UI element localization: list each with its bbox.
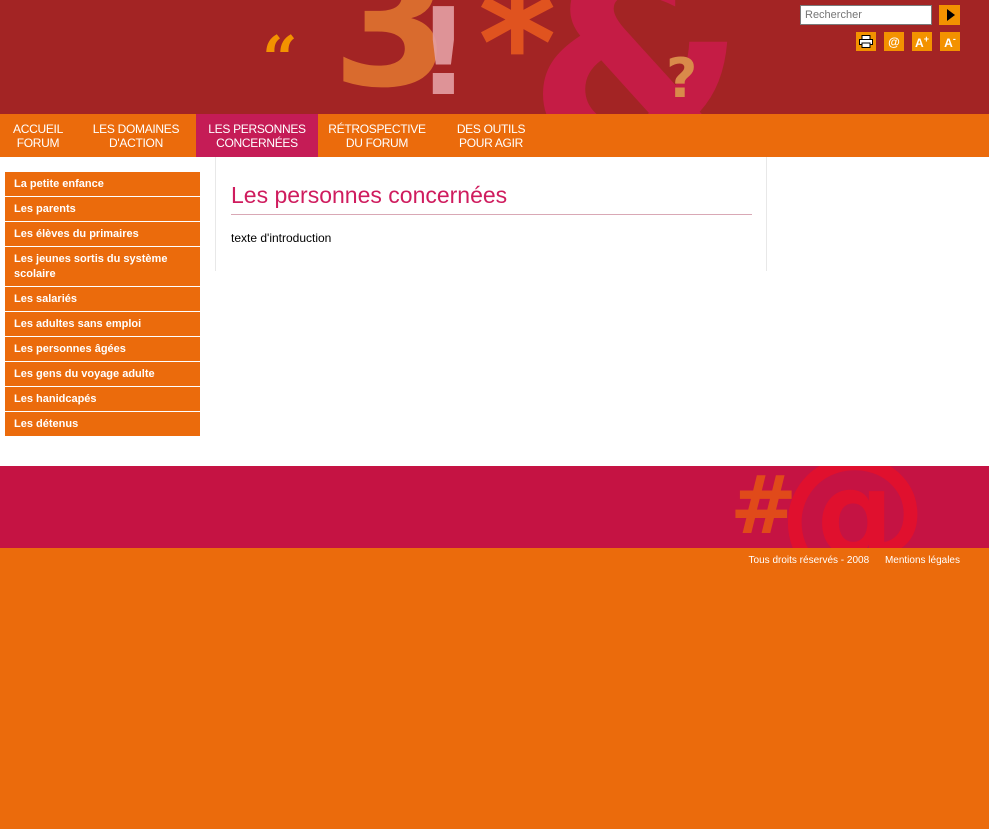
nav-label-line1: LES PERSONNES bbox=[208, 121, 306, 136]
nav-item-retrospective-forum[interactable]: RÉTROSPECTIVE DU FORUM bbox=[318, 114, 436, 157]
font-decrease-icon[interactable]: A- bbox=[940, 32, 960, 51]
footer-band: # @ bbox=[0, 466, 989, 548]
search-input[interactable] bbox=[800, 5, 932, 25]
sidebar-item-salaries[interactable]: Les salariés bbox=[5, 287, 200, 312]
nav-label-line1: ACCUEIL bbox=[13, 121, 63, 136]
decor-quote-glyph: “ bbox=[262, 22, 298, 95]
site-header: 3 ! & * “ ? @ A+ A- bbox=[0, 0, 989, 114]
font-size-sign: - bbox=[952, 33, 956, 44]
nav-label-line1: RÉTROSPECTIVE bbox=[328, 121, 426, 136]
print-icon[interactable] bbox=[856, 32, 876, 51]
intro-text: texte d'introduction bbox=[231, 231, 332, 245]
play-arrow-icon bbox=[946, 9, 955, 21]
sidebar-item-handicapes[interactable]: Les hanidcapés bbox=[5, 387, 200, 412]
nav-item-label: LES PERSONNES CONCERNÉES bbox=[208, 121, 306, 150]
decor-asterisk-glyph: * bbox=[478, 0, 557, 114]
font-decrease-glyph: A- bbox=[944, 33, 956, 50]
sidebar-item-adultes-sans-emploi[interactable]: Les adultes sans emploi bbox=[5, 312, 200, 337]
copyright-text: Tous droits réservés - 2008 bbox=[748, 555, 870, 566]
nav-item-personnes-concernees[interactable]: LES PERSONNES CONCERNÉES bbox=[196, 114, 318, 157]
decor-at-glyph: @ bbox=[778, 466, 928, 548]
sidebar-item-detenus[interactable]: Les détenus bbox=[5, 412, 200, 436]
nav-label-line1: DES OUTILS bbox=[456, 121, 526, 136]
sidebar-item-jeunes-sortis[interactable]: Les jeunes sortis du système scolaire bbox=[5, 247, 200, 287]
search-submit-button[interactable] bbox=[939, 5, 960, 25]
nav-item-outils-agir[interactable]: DES OUTILS POUR AGIR bbox=[436, 114, 546, 157]
email-icon[interactable]: @ bbox=[884, 32, 904, 51]
title-divider bbox=[231, 214, 752, 215]
main-nav: ACCUEIL FORUM LES DOMAINES D'ACTION LES PE… bbox=[0, 114, 989, 157]
nav-label-line2: CONCERNÉES bbox=[216, 135, 298, 150]
content-area: La petite enfance Les parents Les élèves… bbox=[0, 157, 989, 466]
nav-label-line2: FORUM bbox=[16, 135, 60, 150]
font-increase-icon[interactable]: A+ bbox=[912, 32, 932, 51]
email-icon-glyph: @ bbox=[888, 34, 900, 49]
nav-label-line1: LES DOMAINES bbox=[92, 121, 180, 136]
sidebar-item-petite-enfance[interactable]: La petite enfance bbox=[5, 172, 200, 197]
sidebar-item-personnes-agees[interactable]: Les personnes âgées bbox=[5, 337, 200, 362]
decor-ampersand-glyph: & bbox=[528, 0, 746, 114]
legal-notice-link[interactable]: Mentions légales bbox=[885, 555, 960, 566]
main-column: Les personnes concernées texte d'introdu… bbox=[215, 157, 767, 271]
nav-item-label: RÉTROSPECTIVE DU FORUM bbox=[328, 121, 426, 150]
nav-item-accueil-forum[interactable]: ACCUEIL FORUM bbox=[0, 114, 76, 157]
font-increase-glyph: A+ bbox=[915, 33, 929, 50]
nav-label-line2: D'ACTION bbox=[109, 135, 163, 150]
decor-question-glyph: ? bbox=[666, 47, 698, 110]
sidebar-item-gens-du-voyage[interactable]: Les gens du voyage adulte bbox=[5, 362, 200, 387]
nav-item-label: DES OUTILS POUR AGIR bbox=[456, 121, 526, 150]
sidebar-menu: La petite enfance Les parents Les élèves… bbox=[5, 172, 200, 436]
nav-item-domaines-action[interactable]: LES DOMAINES D'ACTION bbox=[76, 114, 196, 157]
sidebar-item-parents[interactable]: Les parents bbox=[5, 197, 200, 222]
page-title: Les personnes concernées bbox=[231, 182, 508, 208]
nav-item-label: LES DOMAINES D'ACTION bbox=[92, 121, 180, 150]
decor-exclamation-glyph: ! bbox=[416, 0, 471, 114]
footer-links: Tous droits réservés - 2008 Mentions lég… bbox=[736, 555, 960, 566]
nav-item-label: ACCUEIL FORUM bbox=[13, 122, 63, 150]
font-size-sign: + bbox=[923, 33, 929, 44]
nav-label-line2: DU FORUM bbox=[345, 135, 409, 150]
sidebar-item-eleves-primaires[interactable]: Les élèves du primaires bbox=[5, 222, 200, 247]
printer-svg bbox=[859, 35, 873, 48]
nav-label-line2: POUR AGIR bbox=[459, 135, 523, 150]
